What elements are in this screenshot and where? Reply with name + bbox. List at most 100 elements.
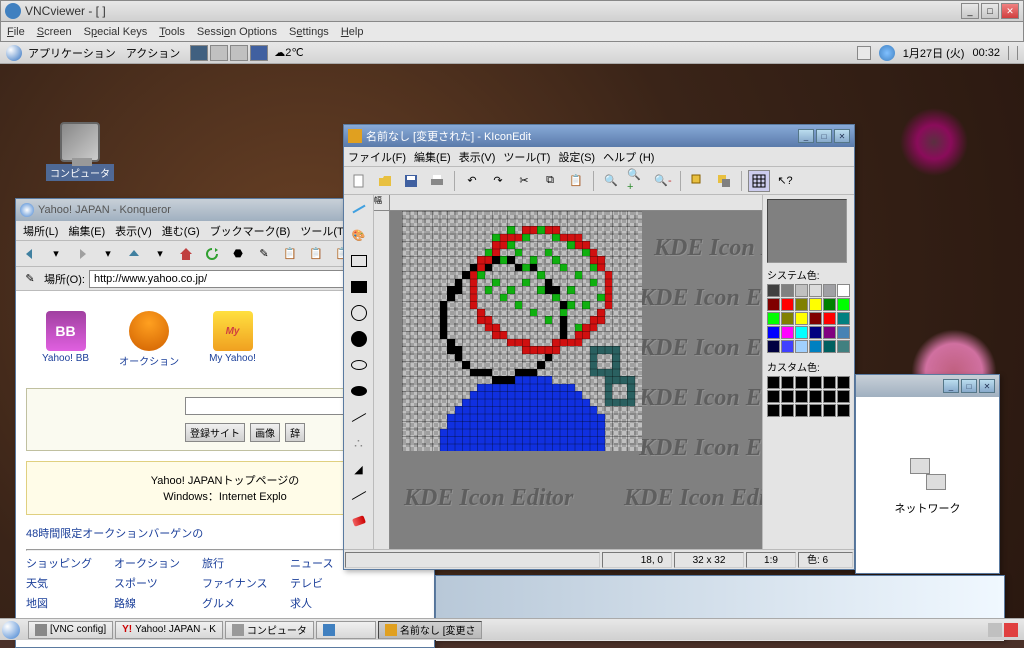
palette-color[interactable] bbox=[781, 312, 794, 325]
palette-color[interactable] bbox=[781, 298, 794, 311]
kicon-menu-settings[interactable]: 設定(S) bbox=[558, 149, 595, 165]
vnc-menu-settings[interactable]: Settings bbox=[289, 26, 329, 38]
palette-color[interactable] bbox=[837, 340, 850, 353]
palette-color[interactable] bbox=[767, 326, 780, 339]
kicon-menu-tools[interactable]: ツール(T) bbox=[503, 149, 550, 165]
palette-color[interactable] bbox=[795, 312, 808, 325]
canvas-area[interactable]: 幅 KDE Icon Editor KDE Icon Editor KDE Ic… bbox=[374, 195, 762, 549]
kicon-menu-view[interactable]: 表示(V) bbox=[459, 149, 496, 165]
tool-btn-2[interactable]: 📋 bbox=[280, 244, 300, 264]
net-maximize-button[interactable]: □ bbox=[961, 379, 977, 393]
desktop-switcher-3[interactable] bbox=[230, 45, 248, 61]
copy-button[interactable]: ⧉ bbox=[539, 170, 561, 192]
search-more-button[interactable]: 辞 bbox=[285, 423, 305, 442]
new-button[interactable] bbox=[348, 170, 370, 192]
yahoo-auction-card[interactable]: オークション bbox=[119, 311, 179, 368]
taskbar-item-vncconfig[interactable]: [VNC config] bbox=[28, 621, 113, 639]
clock-date[interactable]: 1月27日 (火) bbox=[903, 45, 965, 61]
yahoo-category-link[interactable]: テレビ bbox=[290, 575, 370, 591]
custom-color-cell[interactable] bbox=[837, 404, 850, 417]
vnc-menu-session-options[interactable]: Session Options bbox=[197, 26, 277, 38]
circle-tool[interactable] bbox=[348, 303, 370, 323]
palette-color[interactable] bbox=[809, 340, 822, 353]
palette-color[interactable] bbox=[809, 312, 822, 325]
search-sites-button[interactable]: 登録サイト bbox=[185, 423, 245, 442]
kicon-menu-edit[interactable]: 編集(E) bbox=[414, 149, 451, 165]
palette-color[interactable] bbox=[795, 284, 808, 297]
konq-menu-view[interactable]: 表示(V) bbox=[112, 223, 155, 239]
zoom-in-button[interactable]: 🔍+ bbox=[626, 170, 648, 192]
desktop-switcher-2[interactable] bbox=[210, 45, 228, 61]
palette-color[interactable] bbox=[781, 340, 794, 353]
palette-color[interactable] bbox=[823, 312, 836, 325]
rectangle-tool[interactable] bbox=[348, 251, 370, 271]
palette-color[interactable] bbox=[795, 326, 808, 339]
show-desktop-button[interactable] bbox=[2, 621, 20, 639]
palette-color[interactable] bbox=[767, 298, 780, 311]
save-button[interactable] bbox=[400, 170, 422, 192]
tray-icon-2[interactable] bbox=[1004, 623, 1018, 637]
whatsthis-button[interactable]: ↖? bbox=[774, 170, 796, 192]
paste-button[interactable]: 📋 bbox=[565, 170, 587, 192]
line-tool[interactable] bbox=[348, 407, 370, 427]
palette-color[interactable] bbox=[795, 298, 808, 311]
palette-color[interactable] bbox=[767, 284, 780, 297]
konq-menu-edit[interactable]: 編集(E) bbox=[65, 223, 108, 239]
network-icon[interactable] bbox=[908, 454, 948, 494]
vnc-minimize-button[interactable]: _ bbox=[961, 3, 979, 19]
home-button[interactable] bbox=[176, 244, 196, 264]
palette-color[interactable] bbox=[767, 340, 780, 353]
custom-color-cell[interactable] bbox=[823, 376, 836, 389]
stop-button[interactable]: ⬣ bbox=[228, 244, 248, 264]
custom-color-cell[interactable] bbox=[823, 404, 836, 417]
yahoo-category-link[interactable]: オークション bbox=[114, 555, 194, 571]
taskbar-item-unknown[interactable] bbox=[316, 621, 376, 639]
search-images-button[interactable]: 画像 bbox=[250, 423, 280, 442]
kicon-maximize-button[interactable]: □ bbox=[816, 129, 832, 143]
yahoo-category-link[interactable]: ファイナンス bbox=[202, 575, 282, 591]
freehand-tool[interactable] bbox=[348, 199, 370, 219]
custom-color-cell[interactable] bbox=[809, 376, 822, 389]
kicon-close-button[interactable]: ✕ bbox=[834, 129, 850, 143]
line-tool-2[interactable] bbox=[348, 485, 370, 505]
palette-color[interactable] bbox=[823, 340, 836, 353]
palette-color[interactable] bbox=[767, 312, 780, 325]
yahoo-category-link[interactable]: 旅行 bbox=[202, 555, 282, 571]
tray-icon[interactable] bbox=[857, 46, 871, 60]
palette-color[interactable] bbox=[823, 298, 836, 311]
yahoo-bb-card[interactable]: BBYahoo! BB bbox=[42, 311, 89, 368]
palette-color[interactable] bbox=[809, 284, 822, 297]
redo-button[interactable]: ↷ bbox=[487, 170, 509, 192]
palette-color[interactable] bbox=[837, 326, 850, 339]
editor-canvas[interactable] bbox=[402, 211, 642, 451]
tool-btn-1[interactable]: ✎ bbox=[254, 244, 274, 264]
custom-color-cell[interactable] bbox=[767, 390, 780, 403]
vnc-menu-special-keys[interactable]: Special Keys bbox=[84, 26, 148, 38]
custom-color-cell[interactable] bbox=[781, 404, 794, 417]
yahoo-category-link[interactable]: ショッピング bbox=[26, 555, 106, 571]
net-minimize-button[interactable]: _ bbox=[943, 379, 959, 393]
applications-menu[interactable]: アプリケーション bbox=[28, 45, 116, 61]
yahoo-category-link[interactable]: 天気 bbox=[26, 575, 106, 591]
vnc-menu-screen[interactable]: Screen bbox=[37, 26, 72, 38]
desktop-switcher-1[interactable] bbox=[190, 45, 208, 61]
forward-button[interactable] bbox=[72, 244, 92, 264]
spray-tool[interactable]: ∴ bbox=[348, 433, 370, 453]
back-dropdown[interactable]: ▾ bbox=[46, 244, 66, 264]
weather-applet[interactable]: ☁2℃ bbox=[274, 46, 303, 59]
custom-color-cell[interactable] bbox=[809, 404, 822, 417]
tray-check-icon[interactable] bbox=[879, 45, 895, 61]
taskbar-item-konqueror[interactable]: Y!Yahoo! JAPAN - K bbox=[115, 621, 223, 639]
desktop-switcher-4[interactable] bbox=[250, 45, 268, 61]
custom-color-cell[interactable] bbox=[781, 376, 794, 389]
tray-icon-1[interactable] bbox=[988, 623, 1002, 637]
vnc-menu-file[interactable]: File bbox=[7, 26, 25, 38]
clock-time[interactable]: 00:32 bbox=[972, 47, 1000, 59]
custom-color-cell[interactable] bbox=[795, 376, 808, 389]
yahoo-category-link[interactable]: グルメ bbox=[202, 595, 282, 611]
print-button[interactable] bbox=[426, 170, 448, 192]
net-close-button[interactable]: ✕ bbox=[979, 379, 995, 393]
eraser-tool[interactable] bbox=[348, 511, 370, 531]
taskbar-item-kiconedit[interactable]: 名前なし [変更さ bbox=[378, 621, 483, 639]
resize-button[interactable] bbox=[687, 170, 709, 192]
